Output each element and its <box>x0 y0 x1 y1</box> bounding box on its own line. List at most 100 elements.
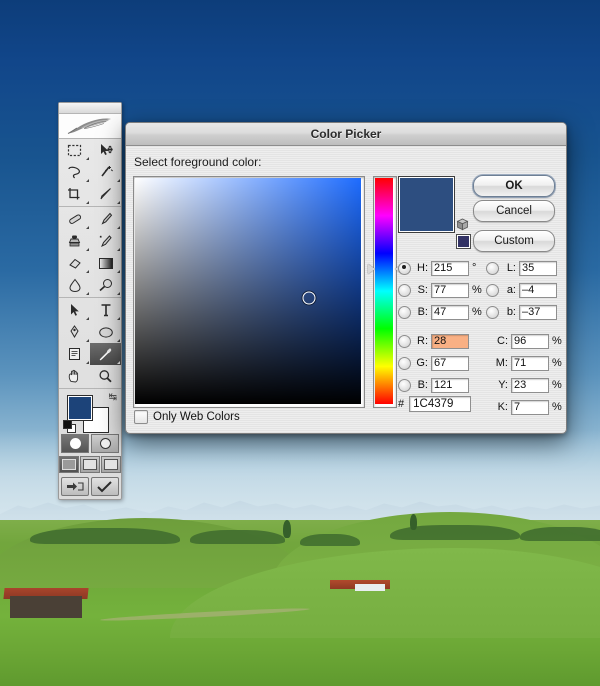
field-red[interactable]: R: <box>398 333 480 349</box>
only-web-colors-checkbox[interactable]: Only Web Colors <box>134 410 240 424</box>
checkbox-box-icon[interactable] <box>134 410 148 424</box>
color-value-fields[interactable]: H: ° L: S: % a: <box>398 258 562 419</box>
cancel-button[interactable]: Cancel <box>473 200 555 222</box>
field-row-h-l: H: ° L: <box>398 258 562 278</box>
default-colors-icon[interactable] <box>63 420 76 433</box>
unit-y: % <box>552 379 562 391</box>
input-h[interactable] <box>431 260 469 276</box>
radio-b-brightness[interactable] <box>398 305 411 319</box>
hue-marker-left[interactable] <box>368 264 375 275</box>
dodge-tool-icon[interactable] <box>90 274 121 296</box>
jump-to-row[interactable] <box>59 475 121 499</box>
brush-tool-icon[interactable] <box>90 208 121 230</box>
swap-colors-icon[interactable]: ↹ <box>109 392 117 403</box>
field-brightness[interactable]: B: % <box>398 304 486 320</box>
saturation-brightness-field[interactable] <box>133 176 365 408</box>
sv-selection-ring[interactable] <box>302 291 316 305</box>
clone-stamp-tool-icon[interactable] <box>59 230 90 252</box>
full-screen-mode-button[interactable] <box>101 456 121 473</box>
foreground-color-swatch[interactable] <box>67 395 93 421</box>
hand-tool-icon[interactable] <box>59 365 90 387</box>
healing-brush-tool-icon[interactable] <box>59 208 90 230</box>
quickmask-mode-button[interactable] <box>91 434 119 453</box>
palette-drag-handle[interactable] <box>59 103 121 114</box>
tool-flyout-arrow <box>114 201 120 204</box>
hex-field-row[interactable]: # <box>398 396 472 412</box>
screen-modes[interactable] <box>59 455 121 475</box>
blur-tool-icon[interactable] <box>59 274 90 296</box>
input-y[interactable] <box>511 377 549 393</box>
field-magenta[interactable]: M: % <box>480 355 562 371</box>
magic-wand-tool-icon[interactable] <box>90 161 121 183</box>
custom-button[interactable]: Custom <box>473 230 555 252</box>
slice-tool-icon[interactable] <box>90 183 121 205</box>
pen-tool-icon[interactable] <box>59 321 90 343</box>
path-selection-tool-icon[interactable] <box>59 299 90 321</box>
input-b-brightness[interactable] <box>431 304 469 320</box>
color-picker-dialog[interactable]: Color Picker Select foreground color: OK… <box>125 122 567 434</box>
radio-r[interactable] <box>398 334 411 348</box>
field-lab-a[interactable]: a: <box>486 282 557 298</box>
hue-slider[interactable] <box>368 176 402 408</box>
web-safe-color-swatch[interactable] <box>456 234 471 249</box>
input-r[interactable] <box>431 333 469 349</box>
field-row-g-m: G: M: % <box>398 353 562 373</box>
standard-mode-icon <box>69 438 81 449</box>
standard-screen-mode-button[interactable] <box>59 456 79 473</box>
input-lab-a[interactable] <box>519 282 557 298</box>
quickmask-modes[interactable] <box>59 432 121 455</box>
move-tool-icon[interactable] <box>90 139 121 161</box>
ok-button[interactable]: OK <box>473 175 555 197</box>
imageready-check-icon[interactable] <box>91 477 119 496</box>
standard-mode-button[interactable] <box>61 434 89 453</box>
hex-input[interactable] <box>409 396 472 412</box>
gradient-tool-icon[interactable] <box>90 252 121 274</box>
tool-flyout-arrow <box>114 226 120 229</box>
field-lab-b[interactable]: b: <box>486 304 557 320</box>
radio-lab-l[interactable] <box>486 261 499 275</box>
web-safe-cube-icon[interactable] <box>456 218 469 231</box>
tool-grid[interactable] <box>59 139 121 390</box>
input-s[interactable] <box>431 282 469 298</box>
photoshop-tools-palette[interactable]: ↹ <box>58 102 122 500</box>
radio-g[interactable] <box>398 356 411 370</box>
field-cyan[interactable]: C: % <box>480 333 562 349</box>
crop-tool-icon[interactable] <box>59 183 90 205</box>
field-lab-l[interactable]: L: <box>486 260 557 276</box>
radio-lab-a[interactable] <box>486 283 499 297</box>
full-screen-menubar-button[interactable] <box>80 456 100 473</box>
radio-lab-b[interactable] <box>486 305 499 319</box>
notes-tool-icon[interactable] <box>59 343 90 365</box>
field-yellow[interactable]: Y: % <box>480 377 562 393</box>
input-g[interactable] <box>431 355 469 371</box>
field-saturation[interactable]: S: % <box>398 282 486 298</box>
color-swatches[interactable]: ↹ <box>59 390 121 433</box>
eraser-tool-icon[interactable] <box>59 252 90 274</box>
input-m[interactable] <box>511 355 549 371</box>
lasso-tool-icon[interactable] <box>59 161 90 183</box>
sv-gradient[interactable] <box>135 178 361 404</box>
tool-flyout-arrow <box>83 292 89 295</box>
zoom-tool-icon[interactable] <box>90 365 121 387</box>
input-lab-l[interactable] <box>519 260 557 276</box>
jump-to-imageready-button[interactable] <box>61 477 89 496</box>
field-green[interactable]: G: <box>398 355 480 371</box>
input-c[interactable] <box>511 333 549 349</box>
marquee-tool-icon[interactable] <box>59 139 90 161</box>
field-blue[interactable]: B: <box>398 377 480 393</box>
type-tool-icon[interactable] <box>90 299 121 321</box>
input-lab-b[interactable] <box>519 304 557 320</box>
hue-gradient[interactable] <box>375 178 393 404</box>
input-b-blue[interactable] <box>431 377 469 393</box>
field-black[interactable]: K: % <box>480 399 562 415</box>
input-k[interactable] <box>511 399 549 415</box>
radio-b-blue[interactable] <box>398 378 411 392</box>
history-brush-tool-icon[interactable] <box>90 230 121 252</box>
radio-h[interactable] <box>398 261 411 275</box>
dialog-titlebar[interactable]: Color Picker <box>126 123 566 146</box>
eyedropper-tool-icon[interactable] <box>90 343 121 365</box>
radio-s[interactable] <box>398 283 411 297</box>
field-hue[interactable]: H: ° <box>398 260 486 276</box>
tool-flyout-arrow <box>83 157 89 160</box>
shape-tool-icon[interactable] <box>90 321 121 343</box>
